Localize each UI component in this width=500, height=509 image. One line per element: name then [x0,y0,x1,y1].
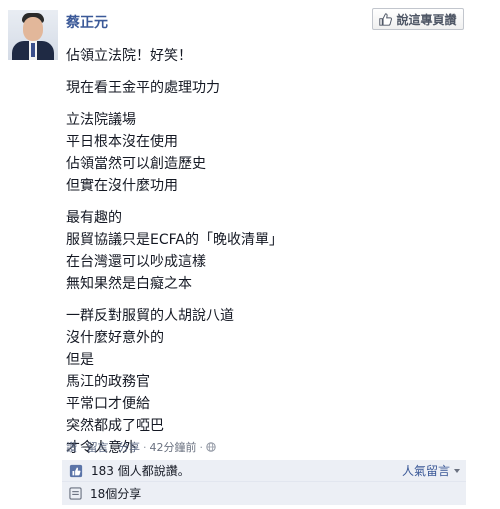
post-text-line: 平日根本沒在使用 [66,134,178,150]
post-text-line: 佔領當然可以創造歷史 [66,156,206,172]
post-text-line: 現在看王金平的處理功力 [66,80,220,96]
post-text-line: 但是 [66,352,94,368]
shares-summary: 18個分享 [62,482,466,505]
separator: · [111,440,116,454]
post-actions: 讚 · 留言 · 分享 · 42分鐘前 · [66,439,216,455]
author-avatar[interactable] [8,10,58,60]
author-name[interactable]: 蔡正元 [66,12,108,32]
separator: · [80,440,84,454]
comment-sort-label: 人氣留言 [401,464,450,478]
shares-count[interactable]: 18個分享 [90,485,141,502]
share-link[interactable]: 分享 [118,439,140,455]
post-text-line: 服貿協議只是ECFA的「晚收清單」 [66,232,283,248]
separator: · [199,440,204,454]
likes-summary: 183 個人都說讚。 人氣留言 [62,460,466,482]
post-text-line: 平常口才便給 [66,396,150,412]
like-link[interactable]: 讚 [66,439,77,455]
like-page-label: 說這專頁讚 [396,12,457,27]
separator: · [143,440,147,454]
post-body: 佔領立法院！好笑！ 現在看王金平的處理功力 立法院議場平日根本沒在使用佔領當然可以創… [66,45,466,469]
share-icon [69,487,82,500]
comment-link[interactable]: 留言 [87,439,109,455]
thumbs-up-icon [379,12,393,26]
post-paragraph: 佔領立法院！好笑！ [66,45,466,67]
post-text-line: 沒什麼好意外的 [66,330,164,346]
post-paragraph: 最有趣的服貿協議只是ECFA的「晚收清單」 在台灣還可以吵成這樣 無知果然是白癡之本 [66,207,466,295]
comment-sort-dropdown[interactable]: 人氣留言 [402,462,460,479]
post-text-line: 一群反對服貿的人胡說八道 [66,308,234,324]
post-text-line: 突然都成了啞巴 [66,418,164,434]
post-text-line: 最有趣的 [66,210,122,226]
post-text-line: 在台灣還可以吵成這樣 [66,254,206,270]
post-timestamp[interactable]: 42分鐘前 [150,439,197,455]
chevron-down-icon [454,468,460,473]
like-page-button[interactable]: 說這專頁讚 [372,8,464,30]
post-text-line: 無知果然是白癡之本 [66,276,192,292]
likes-count[interactable]: 183 個人都說讚。 [91,462,190,479]
thumbs-up-icon [69,464,83,477]
post-paragraph: 一群反對服貿的人胡說八道 沒什麼好意外的 但是馬江的政務官 平常口才便給 突然都成了啞巴… [66,305,466,459]
post-text-line: 但實在沒什麼功用 [66,178,178,194]
post-text-line: 佔領立法院！好笑！ [66,48,192,64]
post-paragraph: 現在看王金平的處理功力 [66,77,466,99]
post-text-line: 馬江的政務官 [66,374,150,390]
post-paragraph: 立法院議場平日根本沒在使用佔領當然可以創造歷史 但實在沒什麼功用 [66,109,466,197]
post-text-line: 立法院議場 [66,112,136,128]
globe-icon[interactable] [206,442,216,452]
